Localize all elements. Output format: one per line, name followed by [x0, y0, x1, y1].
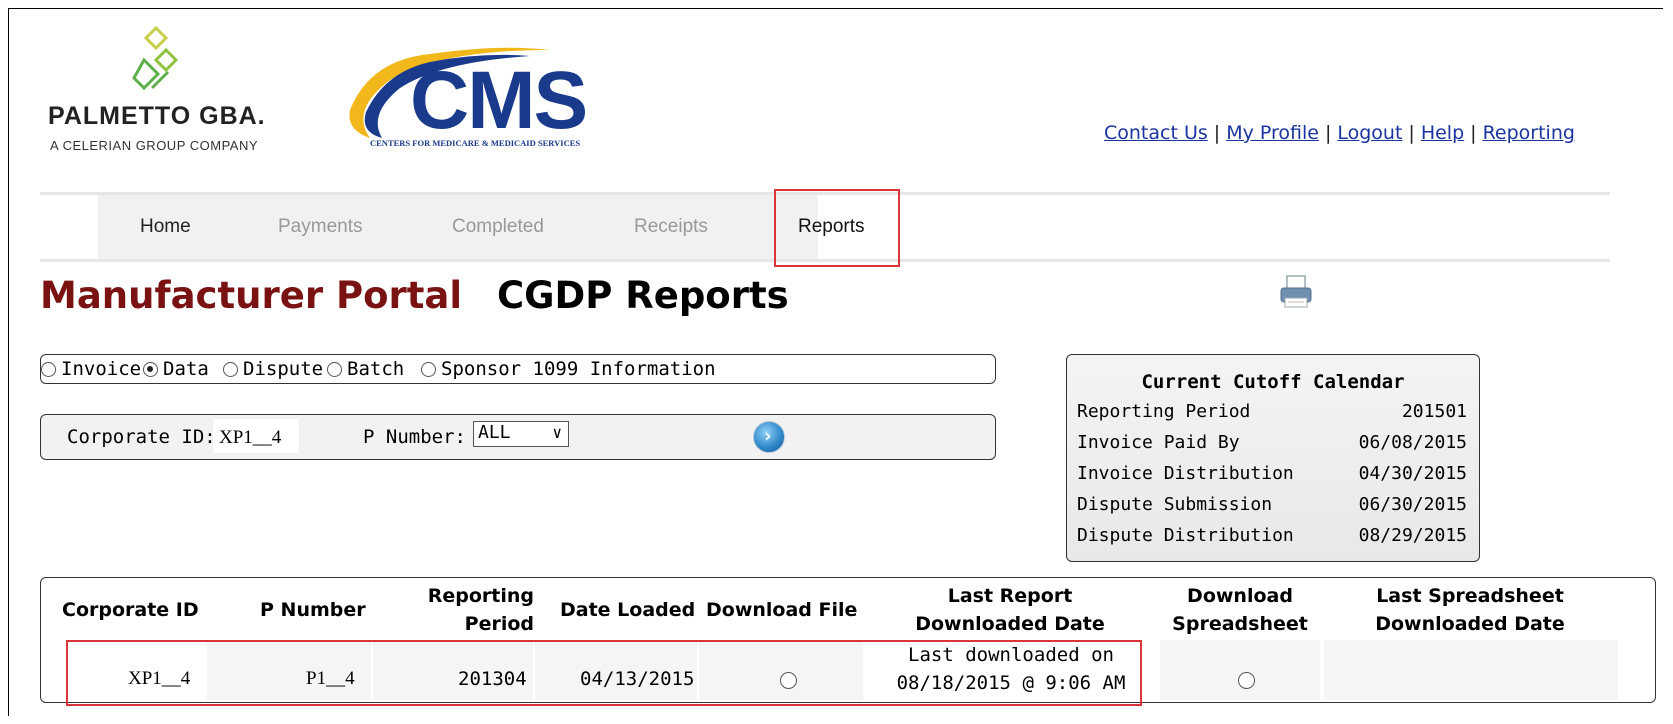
radio-batch-button[interactable] — [327, 361, 342, 377]
header-last-report: Last Report — [947, 585, 1073, 607]
report-type-bar: Invoice Data Dispute Batch Sponsor 1099 … — [40, 354, 996, 384]
calendar-row-label: Dispute Distribution — [1077, 525, 1294, 546]
arrow-right-circle-icon: › — [762, 425, 774, 447]
printer-icon[interactable] — [1278, 272, 1314, 312]
palmetto-gba-logo: PALMETTO GBA. A CELERIAN GROUP COMPANY — [48, 24, 288, 164]
calendar-row-value: 06/30/2015 — [1358, 494, 1467, 515]
top-links: Contact Us | My Profile | Logout | Help | Report… — [1104, 122, 1575, 144]
cutoff-calendar: Current Cutoff Calendar Reporting Period… — [1066, 354, 1480, 562]
radio-dispute-label: Dispute — [243, 358, 324, 380]
cms-tagline: CENTERS FOR MEDICARE & MEDICAID SERVICES — [370, 138, 581, 148]
header-download-spreadsheet-2: Spreadsheet — [1172, 613, 1308, 635]
calendar-row: Dispute Submission 06/30/2015 — [1077, 494, 1467, 515]
p-number-select[interactable]: ALL ∨ — [473, 421, 569, 447]
nav-receipts[interactable]: Receipts — [634, 216, 708, 238]
p-number-label: P Number: — [363, 426, 466, 448]
my-profile-link[interactable]: My Profile — [1226, 122, 1319, 144]
nav-completed[interactable]: Completed — [452, 216, 544, 238]
link-separator: | — [1408, 122, 1415, 144]
radio-batch-label: Batch — [347, 358, 405, 380]
filter-bar: Corporate ID: XP1__4 P Number: ALL ∨ › — [40, 414, 996, 460]
row-highlight-box — [66, 640, 1142, 706]
calendar-row: Invoice Distribution 04/30/2015 — [1077, 463, 1467, 484]
link-separator: | — [1324, 122, 1332, 144]
calendar-row-label: Dispute Submission — [1077, 494, 1273, 515]
radio-sponsor-1099[interactable]: Sponsor 1099 Information — [421, 358, 716, 380]
help-link[interactable]: Help — [1421, 122, 1464, 144]
calendar-row: Reporting Period 201501 — [1077, 401, 1467, 422]
header-last-spreadsheet-2: Downloaded Date — [1375, 613, 1565, 635]
palmetto-tagline: A CELERIAN GROUP COMPANY — [50, 138, 259, 153]
calendar-row-value: 04/30/2015 — [1358, 463, 1467, 484]
calendar-row-value: 08/29/2015 — [1358, 525, 1467, 546]
radio-dispute[interactable]: Dispute — [223, 358, 323, 380]
cms-wordmark: CMS — [410, 55, 588, 146]
logout-link[interactable]: Logout — [1337, 122, 1402, 144]
header-last-report-2: Downloaded Date — [915, 613, 1105, 635]
header-download-spreadsheet: Download — [1187, 585, 1293, 607]
header-p-number: P Number — [260, 599, 366, 621]
calendar-row-label: Reporting Period — [1077, 401, 1251, 422]
palmetto-name: PALMETTO GBA. — [48, 102, 266, 130]
calendar-row-label: Invoice Paid By — [1077, 432, 1240, 453]
reports-highlight-box — [774, 189, 900, 267]
calendar-row-label: Invoice Distribution — [1077, 463, 1294, 484]
chevron-down-icon: ∨ — [552, 423, 562, 442]
cms-logo: CMS CENTERS FOR MEDICARE & MEDICAID SERV… — [338, 40, 638, 160]
calendar-row: Invoice Paid By 06/08/2015 — [1077, 432, 1467, 453]
radio-dispute-button[interactable] — [223, 361, 238, 377]
header-date-loaded: Date Loaded — [560, 599, 696, 621]
cutoff-calendar-title: Current Cutoff Calendar — [1141, 371, 1405, 393]
radio-sponsor-1099-button[interactable] — [421, 361, 436, 377]
corporate-id-label: Corporate ID: — [67, 426, 216, 448]
radio-invoice-label: Invoice — [61, 358, 142, 380]
calendar-row-value: 06/08/2015 — [1358, 432, 1467, 453]
go-button[interactable]: › — [753, 421, 785, 453]
corporate-id-field[interactable]: XP1__4 — [213, 419, 299, 453]
palmetto-leaf-icon — [132, 25, 179, 91]
radio-batch[interactable]: Batch — [327, 358, 404, 380]
p-number-selected: ALL — [478, 422, 511, 443]
radio-invoice-button[interactable] — [41, 361, 56, 377]
calendar-row: Dispute Distribution 08/29/2015 — [1077, 525, 1467, 546]
header-download-file: Download File — [706, 599, 858, 621]
link-separator: | — [1470, 122, 1477, 144]
download-spreadsheet-radio[interactable] — [1238, 672, 1255, 689]
page-title: CGDP Reports — [497, 274, 789, 317]
radio-sponsor-1099-label: Sponsor 1099 Information — [441, 358, 716, 380]
header-reporting-period: Reporting — [427, 585, 534, 607]
header-last-spreadsheet: Last Spreadsheet — [1376, 585, 1564, 607]
radio-data-button[interactable] — [143, 361, 158, 377]
radio-data-label: Data — [163, 358, 209, 380]
header-reporting-period-2: Period — [464, 613, 534, 635]
contact-us-link[interactable]: Contact Us — [1104, 122, 1208, 144]
nav-home[interactable]: Home — [140, 216, 191, 238]
reporting-link[interactable]: Reporting — [1483, 122, 1575, 144]
calendar-row-value: 201501 — [1401, 401, 1467, 422]
cell-background — [1324, 640, 1618, 700]
radio-invoice[interactable]: Invoice — [41, 358, 141, 380]
radio-data[interactable]: Data — [143, 358, 209, 380]
portal-title: Manufacturer Portal — [40, 274, 463, 317]
header-corporate-id: Corporate ID — [62, 599, 199, 621]
link-separator: | — [1213, 122, 1221, 144]
cell-background — [1160, 640, 1320, 700]
nav-payments[interactable]: Payments — [278, 216, 362, 238]
